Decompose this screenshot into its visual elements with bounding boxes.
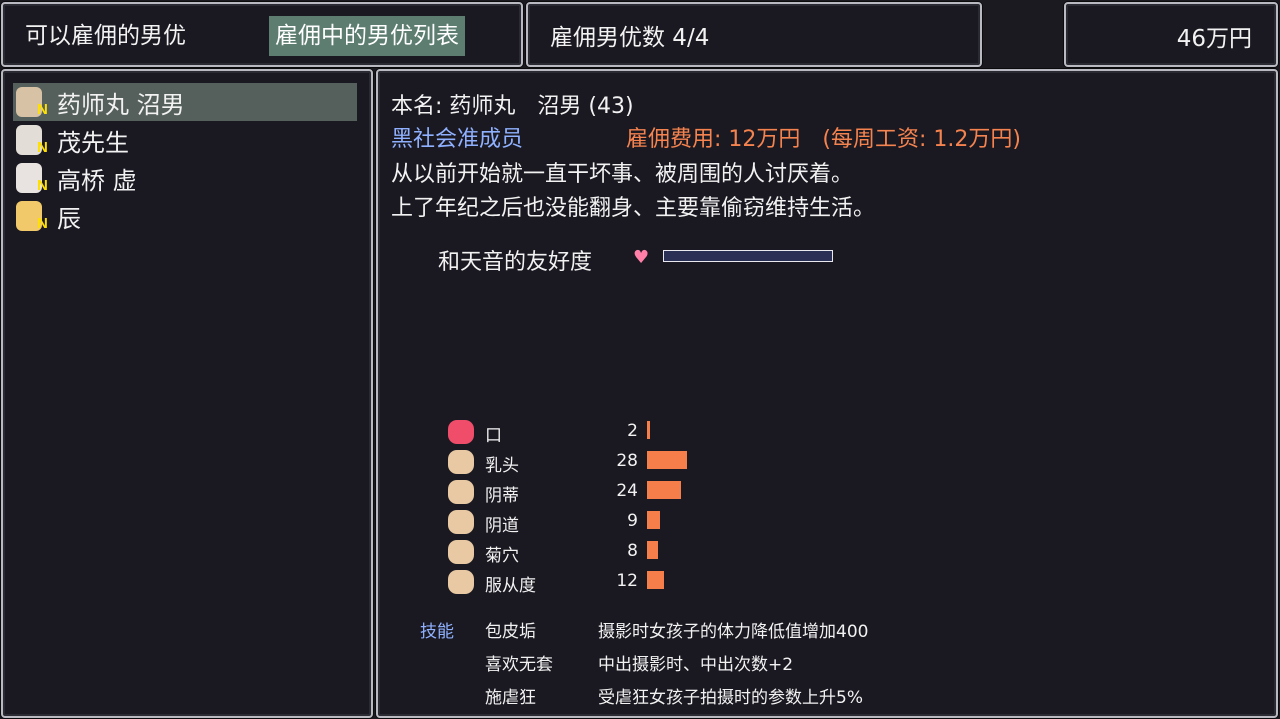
stat-value: 9 (627, 511, 638, 531)
anal-icon (448, 540, 474, 564)
stat-label: 阴蒂 (485, 486, 519, 506)
hired-count: 雇佣男优数 4/4 (550, 25, 710, 51)
skill-name: 喜欢无套 (485, 655, 553, 675)
stat-row: 口2 (448, 418, 748, 446)
rank-badge: N (37, 101, 48, 118)
stat-row: 服从度 12 (448, 568, 748, 596)
skill-name: 施虐狂 (485, 688, 536, 708)
hired-count-panel: 雇佣男优数 4/4 (526, 2, 982, 67)
chest-icon (448, 450, 474, 474)
rank-badge: N (37, 215, 48, 232)
rank-badge: N (37, 139, 48, 156)
clit-icon (448, 480, 474, 504)
actor-name: 茂先生 (57, 129, 129, 157)
obedience-icon (448, 570, 474, 594)
stat-bar (647, 421, 650, 439)
stat-value: 24 (616, 481, 638, 501)
actor-list-item[interactable]: N辰 (13, 197, 357, 235)
actor-name: 药师丸 沼男 (57, 91, 185, 119)
actor-name: 高桥 虚 (57, 167, 137, 195)
stat-bar (647, 451, 687, 469)
tab-available-actors[interactable]: 可以雇佣的男优 (19, 16, 192, 56)
stat-row: 阴道 9 (448, 508, 748, 536)
stat-value: 2 (627, 421, 638, 441)
actor-list-item[interactable]: N 茂先生 (13, 121, 357, 159)
stat-row: 阴蒂 24 (448, 478, 748, 506)
stat-label: 乳头 (485, 456, 519, 476)
stat-bar (647, 571, 665, 589)
stat-label: 服从度 (485, 576, 536, 596)
stat-bar (647, 541, 659, 559)
heart-icon: ♥ (633, 247, 650, 268)
stat-row: 菊穴 8 (448, 538, 748, 566)
actor-list-item[interactable]: N 高桥 虚 (13, 159, 357, 197)
stat-value: 28 (616, 451, 638, 471)
actor-bio-line2: 上了年纪之后也没能翻身、主要靠偷窃维持生活。 (391, 196, 876, 221)
stat-bar (647, 511, 660, 529)
skill-description: 中出摄影时、中出次数+2 (598, 655, 794, 675)
actor-bio-line1: 从以前开始就一直干坏事、被周围的人讨厌着。 (391, 162, 854, 187)
stat-row: 乳头 28 (448, 448, 748, 476)
money-panel: 46万円 (1064, 2, 1278, 67)
money-amount: 46万円 (1176, 26, 1252, 52)
skill-description: 摄影时女孩子的体力降低值增加400 (598, 622, 869, 642)
actor-real-name: 本名: 药师丸 沼男 (43) (391, 94, 634, 119)
stat-label: 菊穴 (485, 546, 519, 566)
stat-label: 阴道 (485, 516, 519, 536)
tab-hired-actors[interactable]: 雇佣中的男优列表 (269, 16, 465, 56)
friendship-label: 和天音的友好度 (438, 250, 593, 275)
actor-fee: 雇佣费用: 12万円 (每周工资: 1.2万円) (626, 127, 1021, 152)
stat-value: 12 (616, 571, 638, 591)
stat-label: 口 (485, 426, 502, 446)
actor-name: 辰 (57, 205, 81, 233)
vagina-icon (448, 510, 474, 534)
friendship-bar (663, 250, 833, 262)
skill-name: 包皮垢 (485, 622, 536, 642)
tab-bar: 可以雇佣的男优 雇佣中的男优列表 (1, 2, 523, 67)
stat-bar (647, 481, 682, 499)
actor-list-item[interactable]: N 药师丸 沼男 (13, 83, 357, 121)
actor-rank: 黑社会准成员 (391, 127, 524, 152)
skill-description: 受虐狂女孩子拍摄时的参数上升5% (598, 688, 863, 708)
skills-header: 技能 (420, 622, 454, 642)
mouth-icon (448, 420, 474, 444)
rank-badge: N (37, 177, 48, 194)
stat-value: 8 (627, 541, 638, 561)
